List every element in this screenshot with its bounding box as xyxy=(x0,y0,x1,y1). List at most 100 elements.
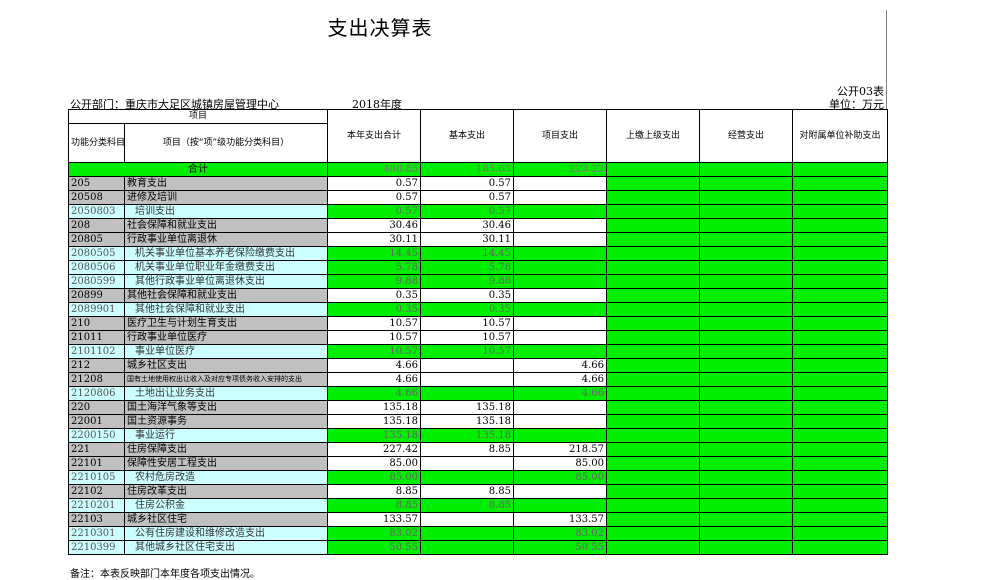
row-total: 5.78 xyxy=(327,260,422,275)
row-code: 22001 xyxy=(68,414,125,429)
table-row: 22102 住房改革支出 8.85 8.85 xyxy=(68,484,889,499)
row-upper xyxy=(606,218,701,233)
table-row: 2120806 土地出让业务支出 4.66 4.66 xyxy=(68,386,889,401)
row-code: 2210105 xyxy=(68,470,125,485)
row-total: 85.00 xyxy=(327,470,422,485)
total-upper xyxy=(606,162,701,177)
row-total: 133.57 xyxy=(327,512,422,527)
row-upper xyxy=(606,498,701,513)
row-business xyxy=(699,456,794,471)
row-name: 事业单位医疗 xyxy=(123,344,329,359)
row-project xyxy=(513,302,608,317)
row-name: 机关事业单位职业年金缴费支出 xyxy=(123,260,329,275)
row-name: 城乡社区住宅 xyxy=(123,512,329,527)
row-total: 8.85 xyxy=(327,498,422,513)
row-name: 其他城乡社区住宅支出 xyxy=(123,540,329,555)
row-subsidy xyxy=(792,288,889,303)
row-total: 9.88 xyxy=(327,274,422,289)
page-edge-line xyxy=(886,10,887,110)
row-project xyxy=(513,400,608,415)
row-code: 221 xyxy=(68,442,125,457)
row-business xyxy=(699,260,794,275)
row-total: 30.46 xyxy=(327,218,422,233)
table-row: 2210201 住房公积金 8.85 8.85 xyxy=(68,498,889,513)
row-total: 8.85 xyxy=(327,484,422,499)
row-subsidy xyxy=(792,176,889,191)
table-row: 210 医疗卫生与计划生育支出 10.57 10.57 xyxy=(68,316,889,331)
row-business xyxy=(699,400,794,415)
row-subsidy xyxy=(792,372,889,387)
row-business xyxy=(699,512,794,527)
row-business xyxy=(699,358,794,373)
table-row: 2101102 事业单位医疗 10.57 10.57 xyxy=(68,344,889,359)
row-total: 4.66 xyxy=(327,372,422,387)
total-row: 合计 408.85 185.63 223.22 xyxy=(67,162,889,177)
table-row: 21208 国有土地使用权出让收入及对应专项债务收入安排的支出 4.66 4.66 xyxy=(68,372,889,387)
header-code: 功能分类科目编码 xyxy=(68,123,125,163)
row-basic xyxy=(420,358,515,373)
row-basic: 10.57 xyxy=(420,344,515,359)
table-row: 2210301 公有住房建设和维修改造支出 83.02 83.02 xyxy=(68,526,889,541)
row-total: 50.55 xyxy=(327,540,422,555)
row-basic: 135.18 xyxy=(420,428,515,443)
total-subsidy xyxy=(792,162,889,177)
row-business xyxy=(699,428,794,443)
table-row: 2200150 事业运行 135.18 135.18 xyxy=(68,428,889,443)
row-total: 85.00 xyxy=(327,456,422,471)
row-basic xyxy=(420,372,515,387)
row-business xyxy=(699,540,794,555)
table-row: 2080599 其他行政事业单位离退休支出 9.88 9.88 xyxy=(68,274,889,289)
row-business xyxy=(699,330,794,345)
row-basic: 135.18 xyxy=(420,414,515,429)
row-upper xyxy=(606,246,701,261)
row-subsidy xyxy=(792,218,889,233)
table-row: 2080505 机关事业单位基本养老保险缴费支出 14.45 14.45 xyxy=(68,246,889,261)
row-upper xyxy=(606,372,701,387)
footnote: 备注：本表反映部门本年度各项支出情况。 xyxy=(70,569,260,580)
row-subsidy xyxy=(792,428,889,443)
row-basic: 8.85 xyxy=(420,484,515,499)
row-total: 4.66 xyxy=(327,358,422,373)
row-business xyxy=(699,526,794,541)
row-code: 2200150 xyxy=(68,428,125,443)
row-upper xyxy=(606,484,701,499)
row-business xyxy=(699,302,794,317)
row-code: 2210399 xyxy=(68,540,125,555)
table-row: 220 国土海洋气象等支出 135.18 135.18 xyxy=(68,400,889,415)
row-project xyxy=(513,246,608,261)
row-upper xyxy=(606,260,701,275)
row-business xyxy=(699,316,794,331)
row-name: 进修及培训 xyxy=(123,190,329,205)
row-code: 2089901 xyxy=(68,302,125,317)
row-total: 83.02 xyxy=(327,526,422,541)
table-row: 2089901 其他社会保障和就业支出 0.35 0.35 xyxy=(68,302,889,317)
row-subsidy xyxy=(792,512,889,527)
row-total: 10.57 xyxy=(327,344,422,359)
row-project xyxy=(513,288,608,303)
row-subsidy xyxy=(792,414,889,429)
row-upper xyxy=(606,344,701,359)
row-code: 2050803 xyxy=(68,204,125,219)
row-name: 行政事业单位离退休 xyxy=(123,232,329,247)
row-name: 事业运行 xyxy=(123,428,329,443)
row-project xyxy=(513,274,608,289)
header-total: 本年支出合计 xyxy=(327,109,422,163)
row-subsidy xyxy=(792,540,889,555)
row-name: 培训支出 xyxy=(123,204,329,219)
row-basic: 10.57 xyxy=(420,330,515,345)
row-subsidy xyxy=(792,246,889,261)
row-basic: 0.35 xyxy=(420,288,515,303)
table-row: 2050803 培训支出 0.57 0.57 xyxy=(68,204,889,219)
row-upper xyxy=(606,330,701,345)
row-upper xyxy=(606,470,701,485)
row-name: 其他社会保障和就业支出 xyxy=(123,288,329,303)
row-name: 医疗卫生与计划生育支出 xyxy=(123,316,329,331)
table-row: 22101 保障性安居工程支出 85.00 85.00 xyxy=(68,456,889,471)
row-code: 21208 xyxy=(68,372,125,387)
row-business xyxy=(699,190,794,205)
row-project xyxy=(513,204,608,219)
row-upper xyxy=(606,302,701,317)
row-subsidy xyxy=(792,484,889,499)
row-upper xyxy=(606,176,701,191)
row-project: 4.66 xyxy=(513,358,608,373)
